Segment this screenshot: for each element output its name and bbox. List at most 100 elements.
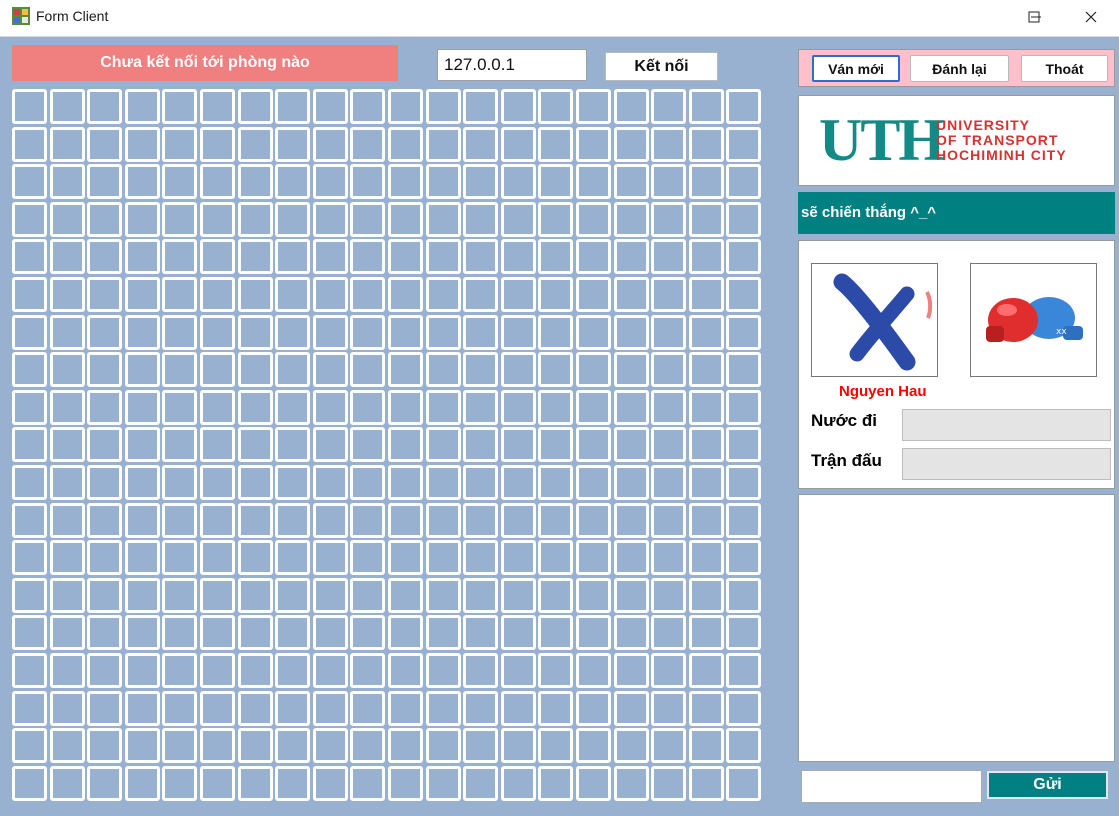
board-cell[interactable]	[688, 728, 724, 764]
board-cell[interactable]	[199, 464, 235, 500]
board-cell[interactable]	[237, 577, 273, 613]
board-cell[interactable]	[538, 89, 574, 124]
board-cell[interactable]	[726, 652, 762, 688]
board-cell[interactable]	[613, 728, 649, 764]
board-cell[interactable]	[425, 89, 461, 124]
board-cell[interactable]	[49, 427, 85, 463]
board-cell[interactable]	[49, 89, 85, 124]
board-cell[interactable]	[726, 728, 762, 764]
board-cell[interactable]	[124, 464, 160, 500]
board-cell[interactable]	[350, 201, 386, 237]
board-cell[interactable]	[350, 314, 386, 350]
board-cell[interactable]	[49, 577, 85, 613]
board-cell[interactable]	[726, 464, 762, 500]
board-cell[interactable]	[425, 690, 461, 726]
board-cell[interactable]	[124, 201, 160, 237]
board-cell[interactable]	[387, 239, 423, 275]
board-cell[interactable]	[463, 389, 499, 425]
board-cell[interactable]	[87, 540, 123, 576]
board-cell[interactable]	[49, 352, 85, 388]
board-cell[interactable]	[726, 615, 762, 651]
board-cell[interactable]	[387, 126, 423, 162]
board-cell[interactable]	[651, 164, 687, 200]
board-cell[interactable]	[575, 352, 611, 388]
board-cell[interactable]	[237, 389, 273, 425]
board-cell[interactable]	[199, 126, 235, 162]
board-cell[interactable]	[538, 352, 574, 388]
board-cell[interactable]	[275, 126, 311, 162]
board-cell[interactable]	[538, 276, 574, 312]
board-cell[interactable]	[613, 352, 649, 388]
board-cell[interactable]	[688, 690, 724, 726]
board-cell[interactable]	[500, 239, 536, 275]
board-cell[interactable]	[275, 276, 311, 312]
board-cell[interactable]	[387, 540, 423, 576]
board-cell[interactable]	[575, 464, 611, 500]
board-cell[interactable]	[575, 765, 611, 801]
board-cell[interactable]	[237, 89, 273, 124]
board-cell[interactable]	[387, 314, 423, 350]
board-cell[interactable]	[87, 464, 123, 500]
board-cell[interactable]	[162, 765, 198, 801]
board-cell[interactable]	[162, 728, 198, 764]
board-cell[interactable]	[651, 765, 687, 801]
board-cell[interactable]	[688, 427, 724, 463]
board-cell[interactable]	[726, 201, 762, 237]
board-cell[interactable]	[425, 201, 461, 237]
board-cell[interactable]	[726, 502, 762, 538]
board-cell[interactable]	[651, 201, 687, 237]
board-cell[interactable]	[87, 502, 123, 538]
board-cell[interactable]	[387, 652, 423, 688]
board-cell[interactable]	[726, 690, 762, 726]
board-cell[interactable]	[575, 276, 611, 312]
board-cell[interactable]	[350, 615, 386, 651]
board-cell[interactable]	[312, 690, 348, 726]
board-cell[interactable]	[538, 765, 574, 801]
board-cell[interactable]	[12, 577, 47, 613]
board-cell[interactable]	[350, 728, 386, 764]
board-cell[interactable]	[425, 427, 461, 463]
board-cell[interactable]	[463, 201, 499, 237]
board-cell[interactable]	[12, 615, 47, 651]
board-cell[interactable]	[726, 239, 762, 275]
board-cell[interactable]	[199, 239, 235, 275]
board-cell[interactable]	[387, 352, 423, 388]
board-cell[interactable]	[463, 765, 499, 801]
board-cell[interactable]	[162, 464, 198, 500]
board-cell[interactable]	[199, 389, 235, 425]
board-cell[interactable]	[312, 540, 348, 576]
board-cell[interactable]	[12, 89, 47, 124]
board-cell[interactable]	[275, 239, 311, 275]
board-cell[interactable]	[124, 427, 160, 463]
board-cell[interactable]	[387, 389, 423, 425]
board-cell[interactable]	[463, 427, 499, 463]
board-cell[interactable]	[12, 728, 47, 764]
board-cell[interactable]	[312, 276, 348, 312]
board-cell[interactable]	[49, 239, 85, 275]
board-cell[interactable]	[425, 765, 461, 801]
board-cell[interactable]	[162, 314, 198, 350]
board-cell[interactable]	[12, 502, 47, 538]
board-cell[interactable]	[162, 164, 198, 200]
board-cell[interactable]	[312, 389, 348, 425]
board-cell[interactable]	[500, 352, 536, 388]
board-cell[interactable]	[425, 126, 461, 162]
board-cell[interactable]	[463, 352, 499, 388]
board-cell[interactable]	[162, 352, 198, 388]
new-game-button[interactable]: Ván mới	[812, 55, 900, 82]
board-cell[interactable]	[538, 126, 574, 162]
board-cell[interactable]	[387, 164, 423, 200]
board-cell[interactable]	[500, 502, 536, 538]
board-cell[interactable]	[726, 89, 762, 124]
board-cell[interactable]	[613, 502, 649, 538]
board-cell[interactable]	[162, 502, 198, 538]
board-cell[interactable]	[425, 502, 461, 538]
board-cell[interactable]	[463, 89, 499, 124]
board-cell[interactable]	[350, 502, 386, 538]
board-cell[interactable]	[275, 352, 311, 388]
board-cell[interactable]	[575, 89, 611, 124]
board-cell[interactable]	[350, 765, 386, 801]
board-cell[interactable]	[275, 615, 311, 651]
board-cell[interactable]	[538, 540, 574, 576]
board-cell[interactable]	[312, 652, 348, 688]
